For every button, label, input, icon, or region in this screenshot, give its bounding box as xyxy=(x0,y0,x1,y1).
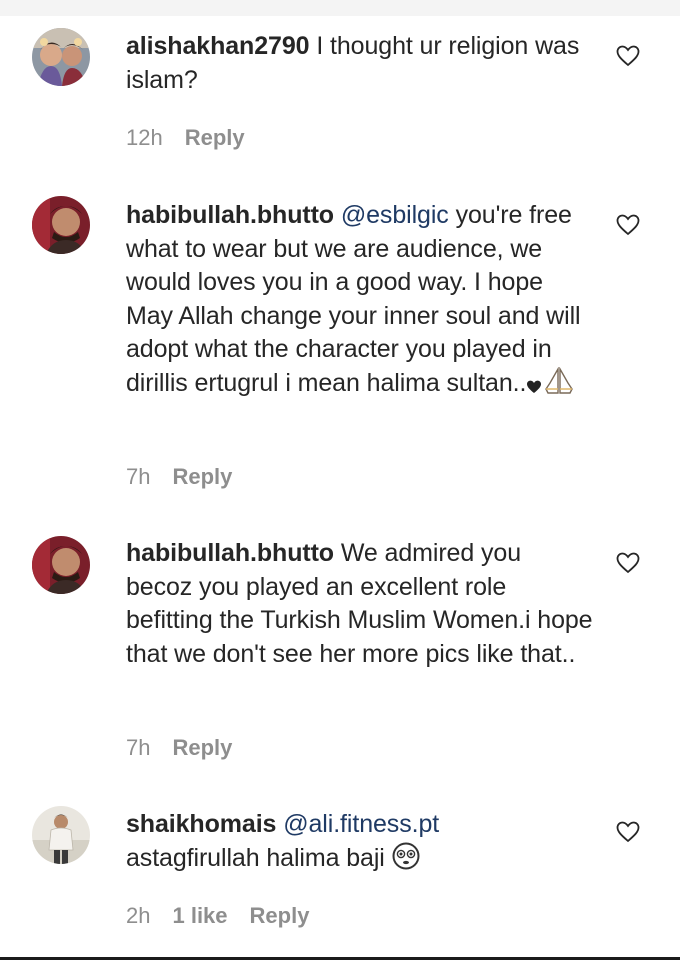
comment-time: 2h xyxy=(126,903,151,928)
comment-mention[interactable]: @ali.fitness.pt xyxy=(283,810,439,838)
reply-button[interactable]: Reply xyxy=(250,903,310,928)
comment-username[interactable]: alishakhan2790 xyxy=(126,32,310,60)
man-portrait-avatar-icon xyxy=(32,536,90,594)
folded-hands-icon xyxy=(544,365,574,405)
comment-time: 7h xyxy=(126,735,151,760)
girls-selfie-avatar-icon xyxy=(32,28,90,86)
comment-text-block: habibullah.bhutto We admired you becoz y… xyxy=(126,537,594,671)
comment-meta: 7h Reply xyxy=(126,464,254,490)
reply-button[interactable]: Reply xyxy=(172,464,232,489)
top-strip xyxy=(0,0,680,16)
like-heart-icon[interactable] xyxy=(616,552,640,574)
comment-meta: 7h Reply xyxy=(126,735,254,761)
comment-text-block: shaikhomais @ali.fitness.pt astagfirulla… xyxy=(126,808,594,879)
reply-button[interactable]: Reply xyxy=(185,125,245,150)
like-heart-icon[interactable] xyxy=(616,45,640,67)
reply-button[interactable]: Reply xyxy=(172,735,232,760)
comment-text-block: habibullah.bhutto @esbilgic you're free … xyxy=(126,199,594,404)
comment-text-block: alishakhan2790 I thought ur religion was… xyxy=(126,30,594,97)
man-portrait-avatar-icon xyxy=(32,196,90,254)
comment-meta: 2h 1 like Reply xyxy=(126,903,331,929)
like-heart-icon[interactable] xyxy=(616,214,640,236)
like-heart-icon[interactable] xyxy=(616,821,640,843)
comment-time: 7h xyxy=(126,464,151,489)
comment-meta: 12h Reply xyxy=(126,125,267,151)
comment-text: you're free what to wear but we are audi… xyxy=(126,201,581,397)
comment-username[interactable]: habibullah.bhutto xyxy=(126,201,334,229)
comment-time: 12h xyxy=(126,125,163,150)
avatar[interactable] xyxy=(32,28,90,86)
comment-text: astagfirullah halima baji xyxy=(126,843,385,872)
flushed-face-icon xyxy=(392,842,420,880)
comment-username[interactable]: habibullah.bhutto xyxy=(126,539,334,567)
avatar[interactable] xyxy=(32,806,90,864)
man-standing-avatar-icon xyxy=(32,806,90,864)
black-heart-icon xyxy=(526,371,542,405)
avatar[interactable] xyxy=(32,536,90,594)
likes-count-button[interactable]: 1 like xyxy=(172,903,227,928)
comment-username[interactable]: shaikhomais xyxy=(126,810,276,838)
avatar[interactable] xyxy=(32,196,90,254)
comment-mention[interactable]: @esbilgic xyxy=(341,201,449,229)
